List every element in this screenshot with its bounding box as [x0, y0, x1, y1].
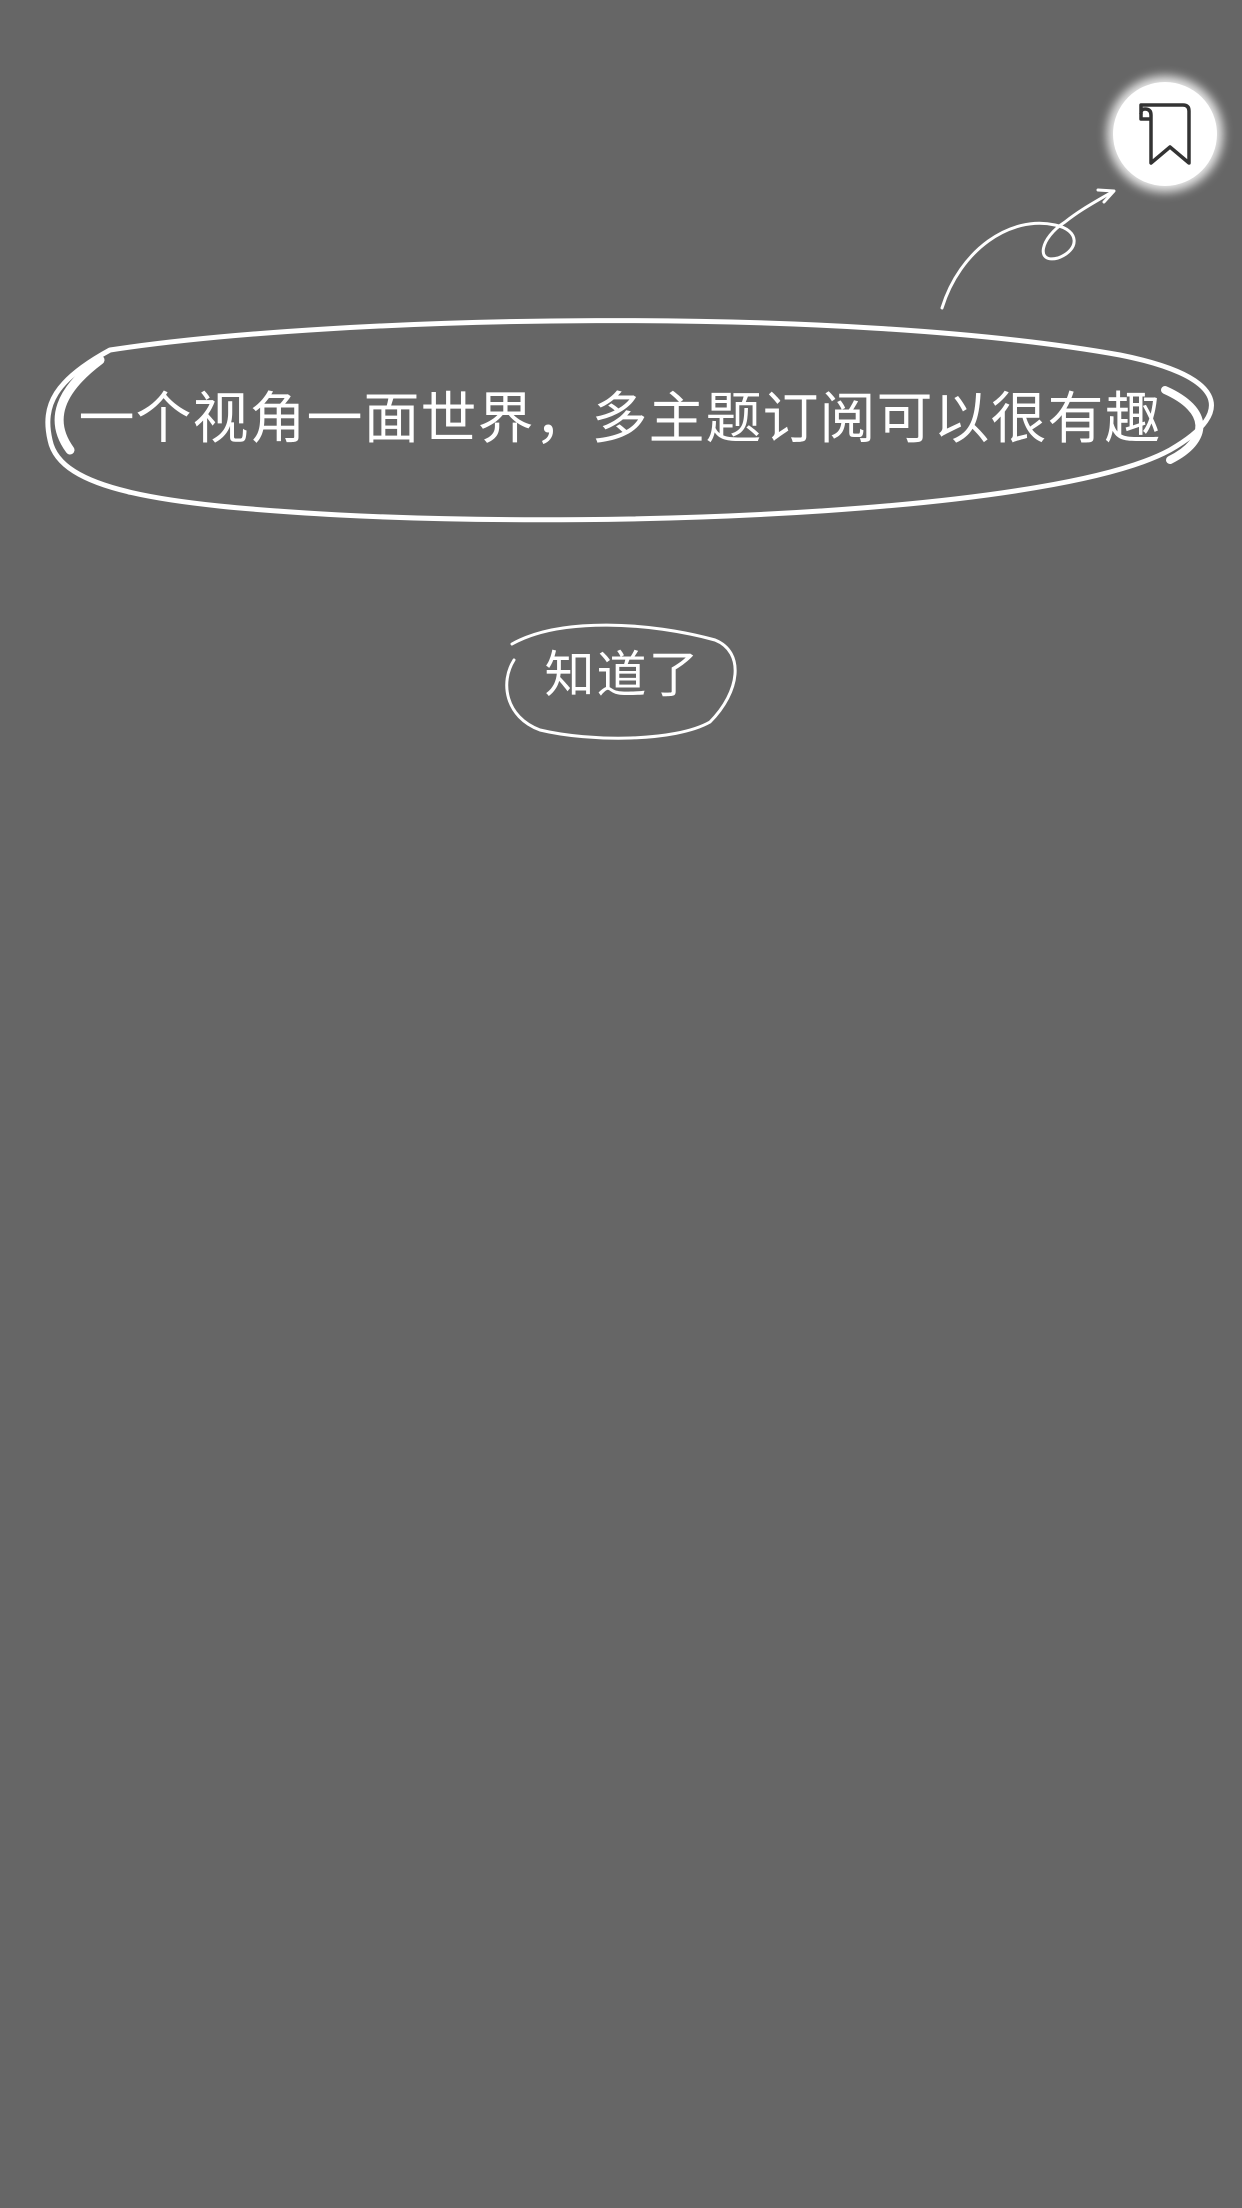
- guide-overlay[interactable]: 一个视角一面世界，多主题订阅可以很有趣 知道了: [0, 0, 1242, 2208]
- subscribe-button[interactable]: [1113, 82, 1217, 186]
- got-it-label: 知道了: [544, 646, 701, 704]
- got-it-button[interactable]: 知道了: [500, 612, 745, 742]
- pointer-arrow: [940, 188, 1116, 310]
- tip-text: 一个视角一面世界，多主题订阅可以很有趣: [78, 387, 1162, 452]
- bookmark-icon: [1139, 103, 1191, 165]
